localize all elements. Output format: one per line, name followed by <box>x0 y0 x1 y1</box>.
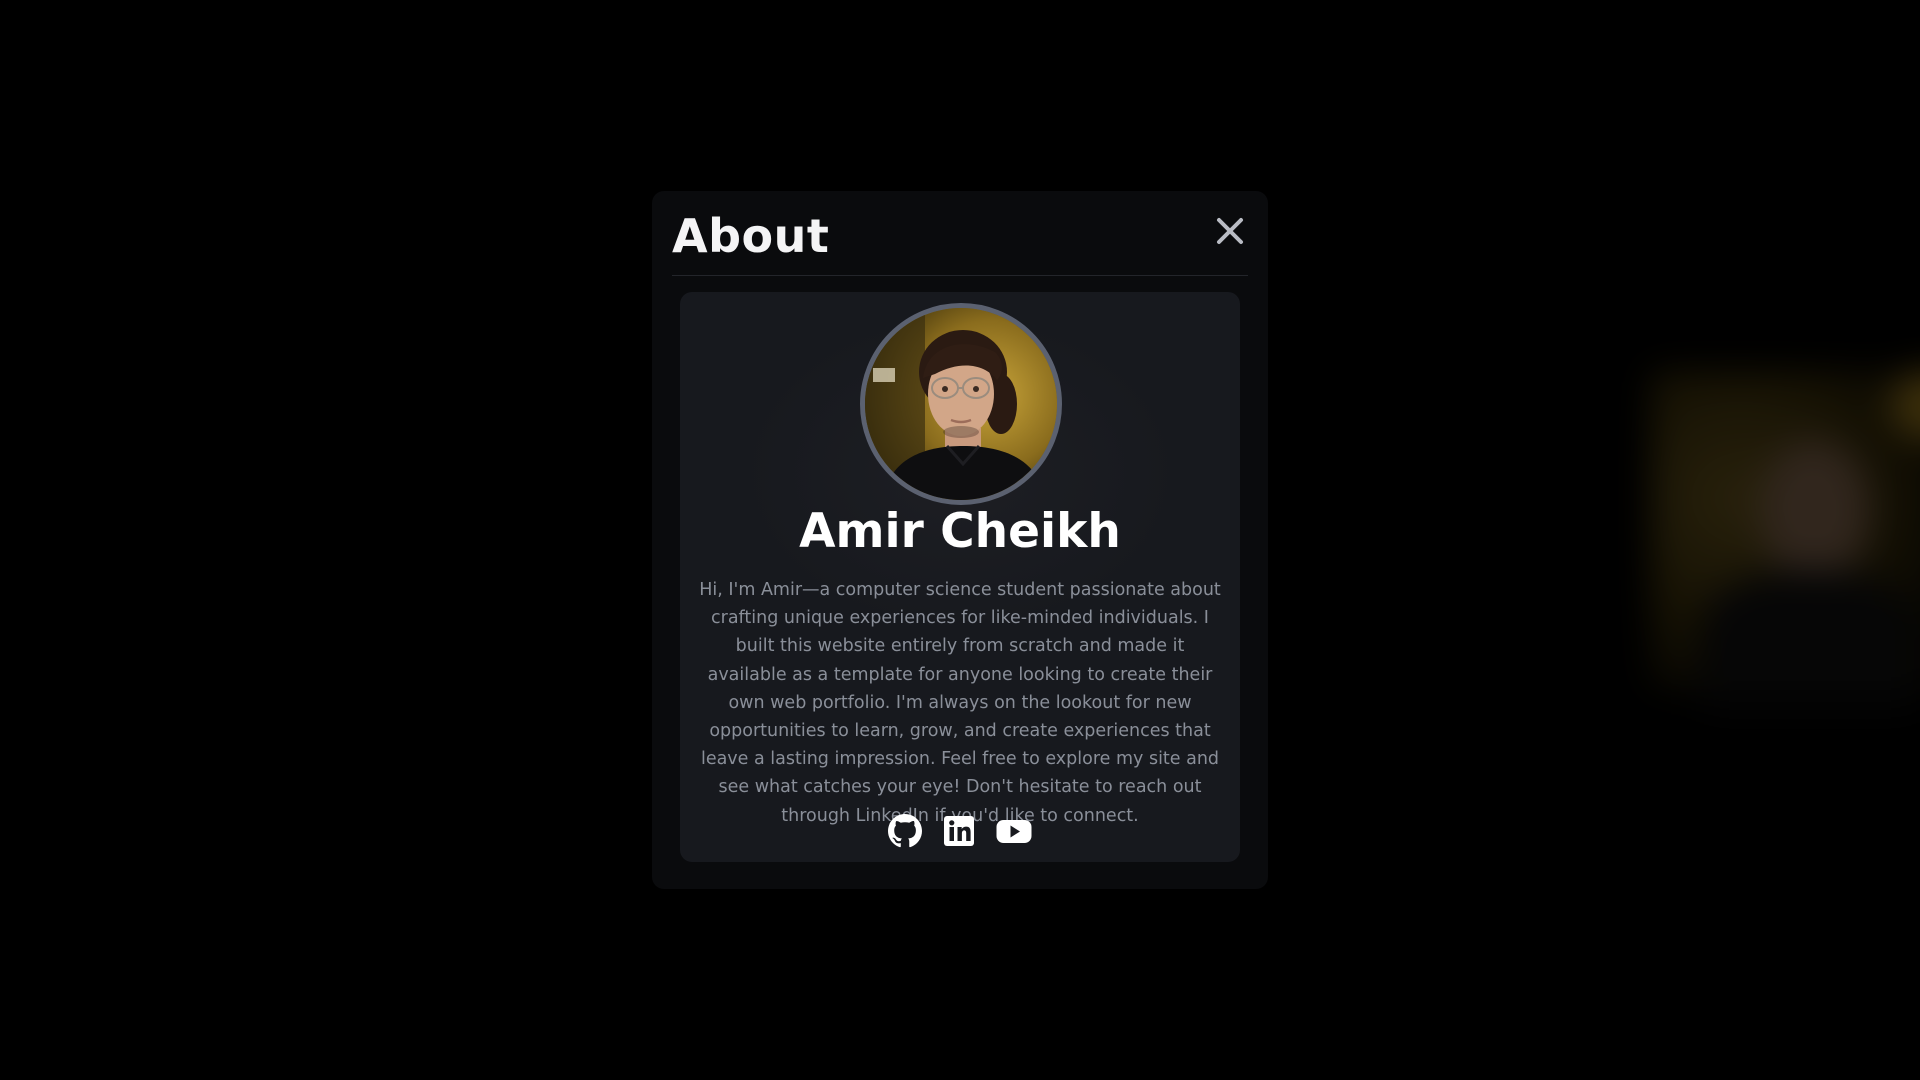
modal-header: About <box>672 191 1248 276</box>
social-links <box>680 813 1240 849</box>
close-icon <box>1217 218 1243 244</box>
modal-title: About <box>672 209 830 263</box>
avatar <box>860 303 1062 505</box>
profile-bio: Hi, I'm Amir—a computer science student … <box>699 580 1221 826</box>
youtube-icon <box>996 820 1032 843</box>
background-portrait-image <box>1650 370 1920 710</box>
youtube-link[interactable] <box>996 814 1032 848</box>
profile-card: Amir Cheikh Hi, I'm Amir—a computer scie… <box>680 292 1240 862</box>
about-modal: About Amir Cheikh Hi, I'm Amir—a compute… <box>652 191 1268 889</box>
profile-name: Amir Cheikh <box>799 504 1121 559</box>
github-icon <box>888 814 922 848</box>
github-link[interactable] <box>888 814 922 848</box>
page-backdrop[interactable]: About Amir Cheikh Hi, I'm Amir—a compute… <box>0 0 1920 1080</box>
linkedin-link[interactable] <box>942 814 976 848</box>
close-button[interactable] <box>1212 213 1248 249</box>
linkedin-icon <box>944 816 974 846</box>
